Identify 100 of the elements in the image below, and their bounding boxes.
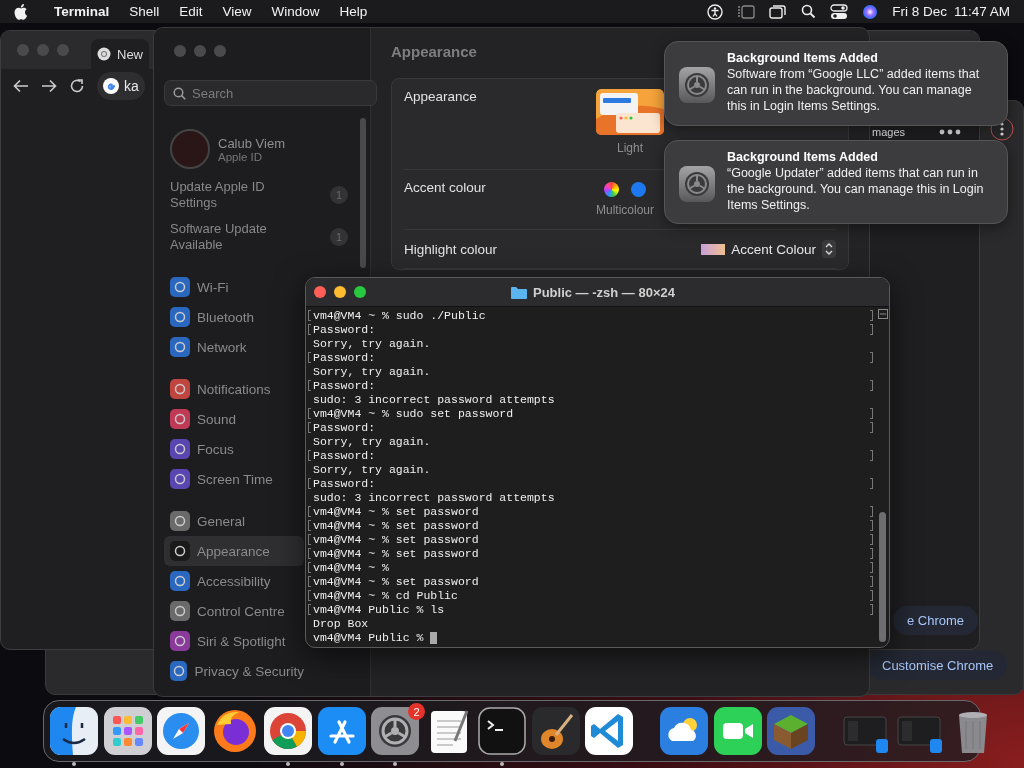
guitar-icon[interactable] bbox=[531, 707, 580, 755]
sidebar-item[interactable]: Wi-Fi bbox=[164, 272, 304, 302]
gear-icon[interactable] bbox=[371, 707, 419, 755]
customise-button[interactable]: Customise Chrome bbox=[868, 651, 1008, 680]
line-mark bbox=[308, 408, 311, 419]
terminal-line: Password: bbox=[312, 421, 376, 435]
sidebar-item[interactable]: Control Centre bbox=[164, 596, 304, 626]
browser-tab[interactable]: New bbox=[91, 39, 149, 69]
search-field[interactable]: Search bbox=[164, 80, 377, 106]
terminal-line: Drop Box bbox=[312, 617, 369, 631]
terminal-line: Password: bbox=[312, 449, 376, 463]
back-arrow-icon[interactable] bbox=[13, 79, 29, 93]
line-mark bbox=[870, 352, 873, 363]
sidebar-item[interactable]: Focus bbox=[164, 434, 304, 464]
toggles-icon[interactable] bbox=[830, 3, 849, 20]
smiling-face-icon[interactable] bbox=[50, 707, 98, 755]
notification-card[interactable]: Background Items Added “Google Updater” added items that can run in the background. You can manage this in Login Items Settings. bbox=[664, 140, 1008, 224]
notification-body: Software from “Google LLC” added items that can run in the background. You can manage this in Login Items Settings. bbox=[727, 66, 981, 114]
ribbon-icon[interactable] bbox=[585, 707, 633, 755]
app-menu[interactable]: Terminal bbox=[54, 4, 110, 19]
sidebar-item[interactable]: Network bbox=[164, 332, 304, 362]
notice-item[interactable]: Software Update Available bbox=[170, 221, 300, 253]
terminal-line: vm4@VM4 ~ % set password bbox=[312, 547, 479, 561]
orb-icon[interactable] bbox=[862, 3, 879, 20]
terminal-line: Sorry, try again. bbox=[312, 463, 431, 477]
account-subtitle: Apple ID bbox=[218, 150, 264, 163]
app-grid-icon[interactable] bbox=[103, 707, 152, 755]
more-icon[interactable] bbox=[939, 128, 961, 136]
terminal-line: vm4@VM4 Public % bbox=[312, 631, 424, 645]
sidebar-item[interactable]: Bluetooth bbox=[164, 302, 304, 332]
line-mark bbox=[870, 478, 873, 489]
customise-button[interactable]: e Chrome bbox=[893, 606, 979, 635]
reload-icon[interactable] bbox=[69, 78, 85, 94]
sidebar-item[interactable]: Screen Time bbox=[164, 464, 304, 494]
sidebar-item[interactable]: Sound bbox=[164, 404, 304, 434]
window-control[interactable] bbox=[354, 286, 366, 298]
sidebar-item[interactable]: General bbox=[164, 506, 304, 536]
cloud-icon[interactable] bbox=[660, 707, 708, 755]
notice-item[interactable]: Update Apple ID Settings bbox=[170, 179, 300, 211]
line-mark bbox=[870, 380, 873, 391]
tab-title: New bbox=[117, 46, 143, 62]
sidebar-item[interactable]: Privacy & Security bbox=[164, 656, 304, 686]
accessibility-icon[interactable] bbox=[707, 3, 724, 20]
option-label: Light bbox=[617, 141, 643, 155]
search-icon[interactable] bbox=[801, 4, 817, 19]
line-mark bbox=[870, 310, 873, 321]
grass-block-icon[interactable] bbox=[767, 707, 815, 755]
line-mark bbox=[308, 450, 311, 461]
line-mark bbox=[870, 450, 873, 461]
forward-arrow-icon[interactable] bbox=[41, 79, 57, 93]
menu-item[interactable]: Shell bbox=[129, 4, 160, 19]
line-mark bbox=[308, 604, 311, 615]
compass-icon[interactable] bbox=[157, 707, 205, 755]
window-title: Public — -zsh — 80×24 bbox=[533, 284, 675, 300]
menu-date[interactable]: Fri 8 Dec bbox=[892, 4, 947, 19]
ring-icon[interactable] bbox=[264, 707, 312, 755]
menu-item[interactable]: View bbox=[222, 4, 252, 19]
menu-item[interactable]: Edit bbox=[179, 4, 203, 19]
option-label: Multicolour bbox=[596, 203, 655, 217]
address-field[interactable]: ka bbox=[97, 72, 145, 100]
line-mark bbox=[870, 534, 873, 545]
popup-button[interactable]: Accent Colour bbox=[701, 240, 836, 258]
notification-card[interactable]: Background Items Added Software from “Google LLC” added items that can run in the background. You can manage this in Login Items Settings. bbox=[664, 41, 1008, 126]
line-mark bbox=[308, 590, 311, 601]
prompt-icon[interactable] bbox=[478, 707, 526, 755]
line-mark bbox=[308, 520, 311, 531]
menu-item[interactable]: Help bbox=[339, 4, 368, 19]
sidebar-toggle-icon[interactable] bbox=[737, 4, 756, 19]
scrollbar-thumb[interactable] bbox=[879, 512, 886, 642]
split-icon[interactable] bbox=[878, 309, 888, 319]
terminal-line: Sorry, try again. bbox=[312, 365, 431, 379]
colour-swatch[interactable] bbox=[631, 182, 646, 197]
apple-logo-icon[interactable] bbox=[14, 3, 28, 20]
line-mark bbox=[308, 352, 311, 363]
account-name[interactable]: Calub Viem bbox=[218, 135, 285, 151]
video-camera-icon[interactable] bbox=[713, 707, 762, 755]
letter-a-icon[interactable] bbox=[317, 707, 366, 755]
window-thumbnail-drawing[interactable] bbox=[596, 89, 664, 135]
window-control[interactable] bbox=[334, 286, 346, 298]
line-mark bbox=[308, 506, 311, 517]
sidebar-item[interactable]: Accessibility bbox=[164, 566, 304, 596]
windows-icon[interactable] bbox=[769, 3, 788, 20]
line-mark bbox=[308, 422, 311, 433]
sidebar-item[interactable]: Notifications bbox=[164, 374, 304, 404]
colour-swatch[interactable] bbox=[604, 182, 619, 197]
scrollbar[interactable] bbox=[360, 118, 366, 268]
setting-label: Accent colour bbox=[404, 180, 486, 197]
line-mark bbox=[870, 324, 873, 335]
gear-icon bbox=[679, 67, 715, 103]
line-mark bbox=[308, 310, 311, 321]
sidebar-item[interactable]: Siri & Spotlight bbox=[164, 626, 304, 656]
line-mark bbox=[870, 520, 873, 531]
setting-label: Highlight colour bbox=[404, 241, 498, 257]
sidebar-item[interactable]: Appearance bbox=[164, 536, 304, 566]
menu-time[interactable]: 11:47 AM bbox=[953, 4, 1010, 19]
terminal-line: vm4@VM4 ~ % set password bbox=[312, 533, 479, 547]
line-mark bbox=[308, 478, 311, 489]
window-control[interactable] bbox=[314, 286, 326, 298]
menu-item[interactable]: Window bbox=[271, 4, 320, 19]
line-mark bbox=[308, 562, 311, 573]
